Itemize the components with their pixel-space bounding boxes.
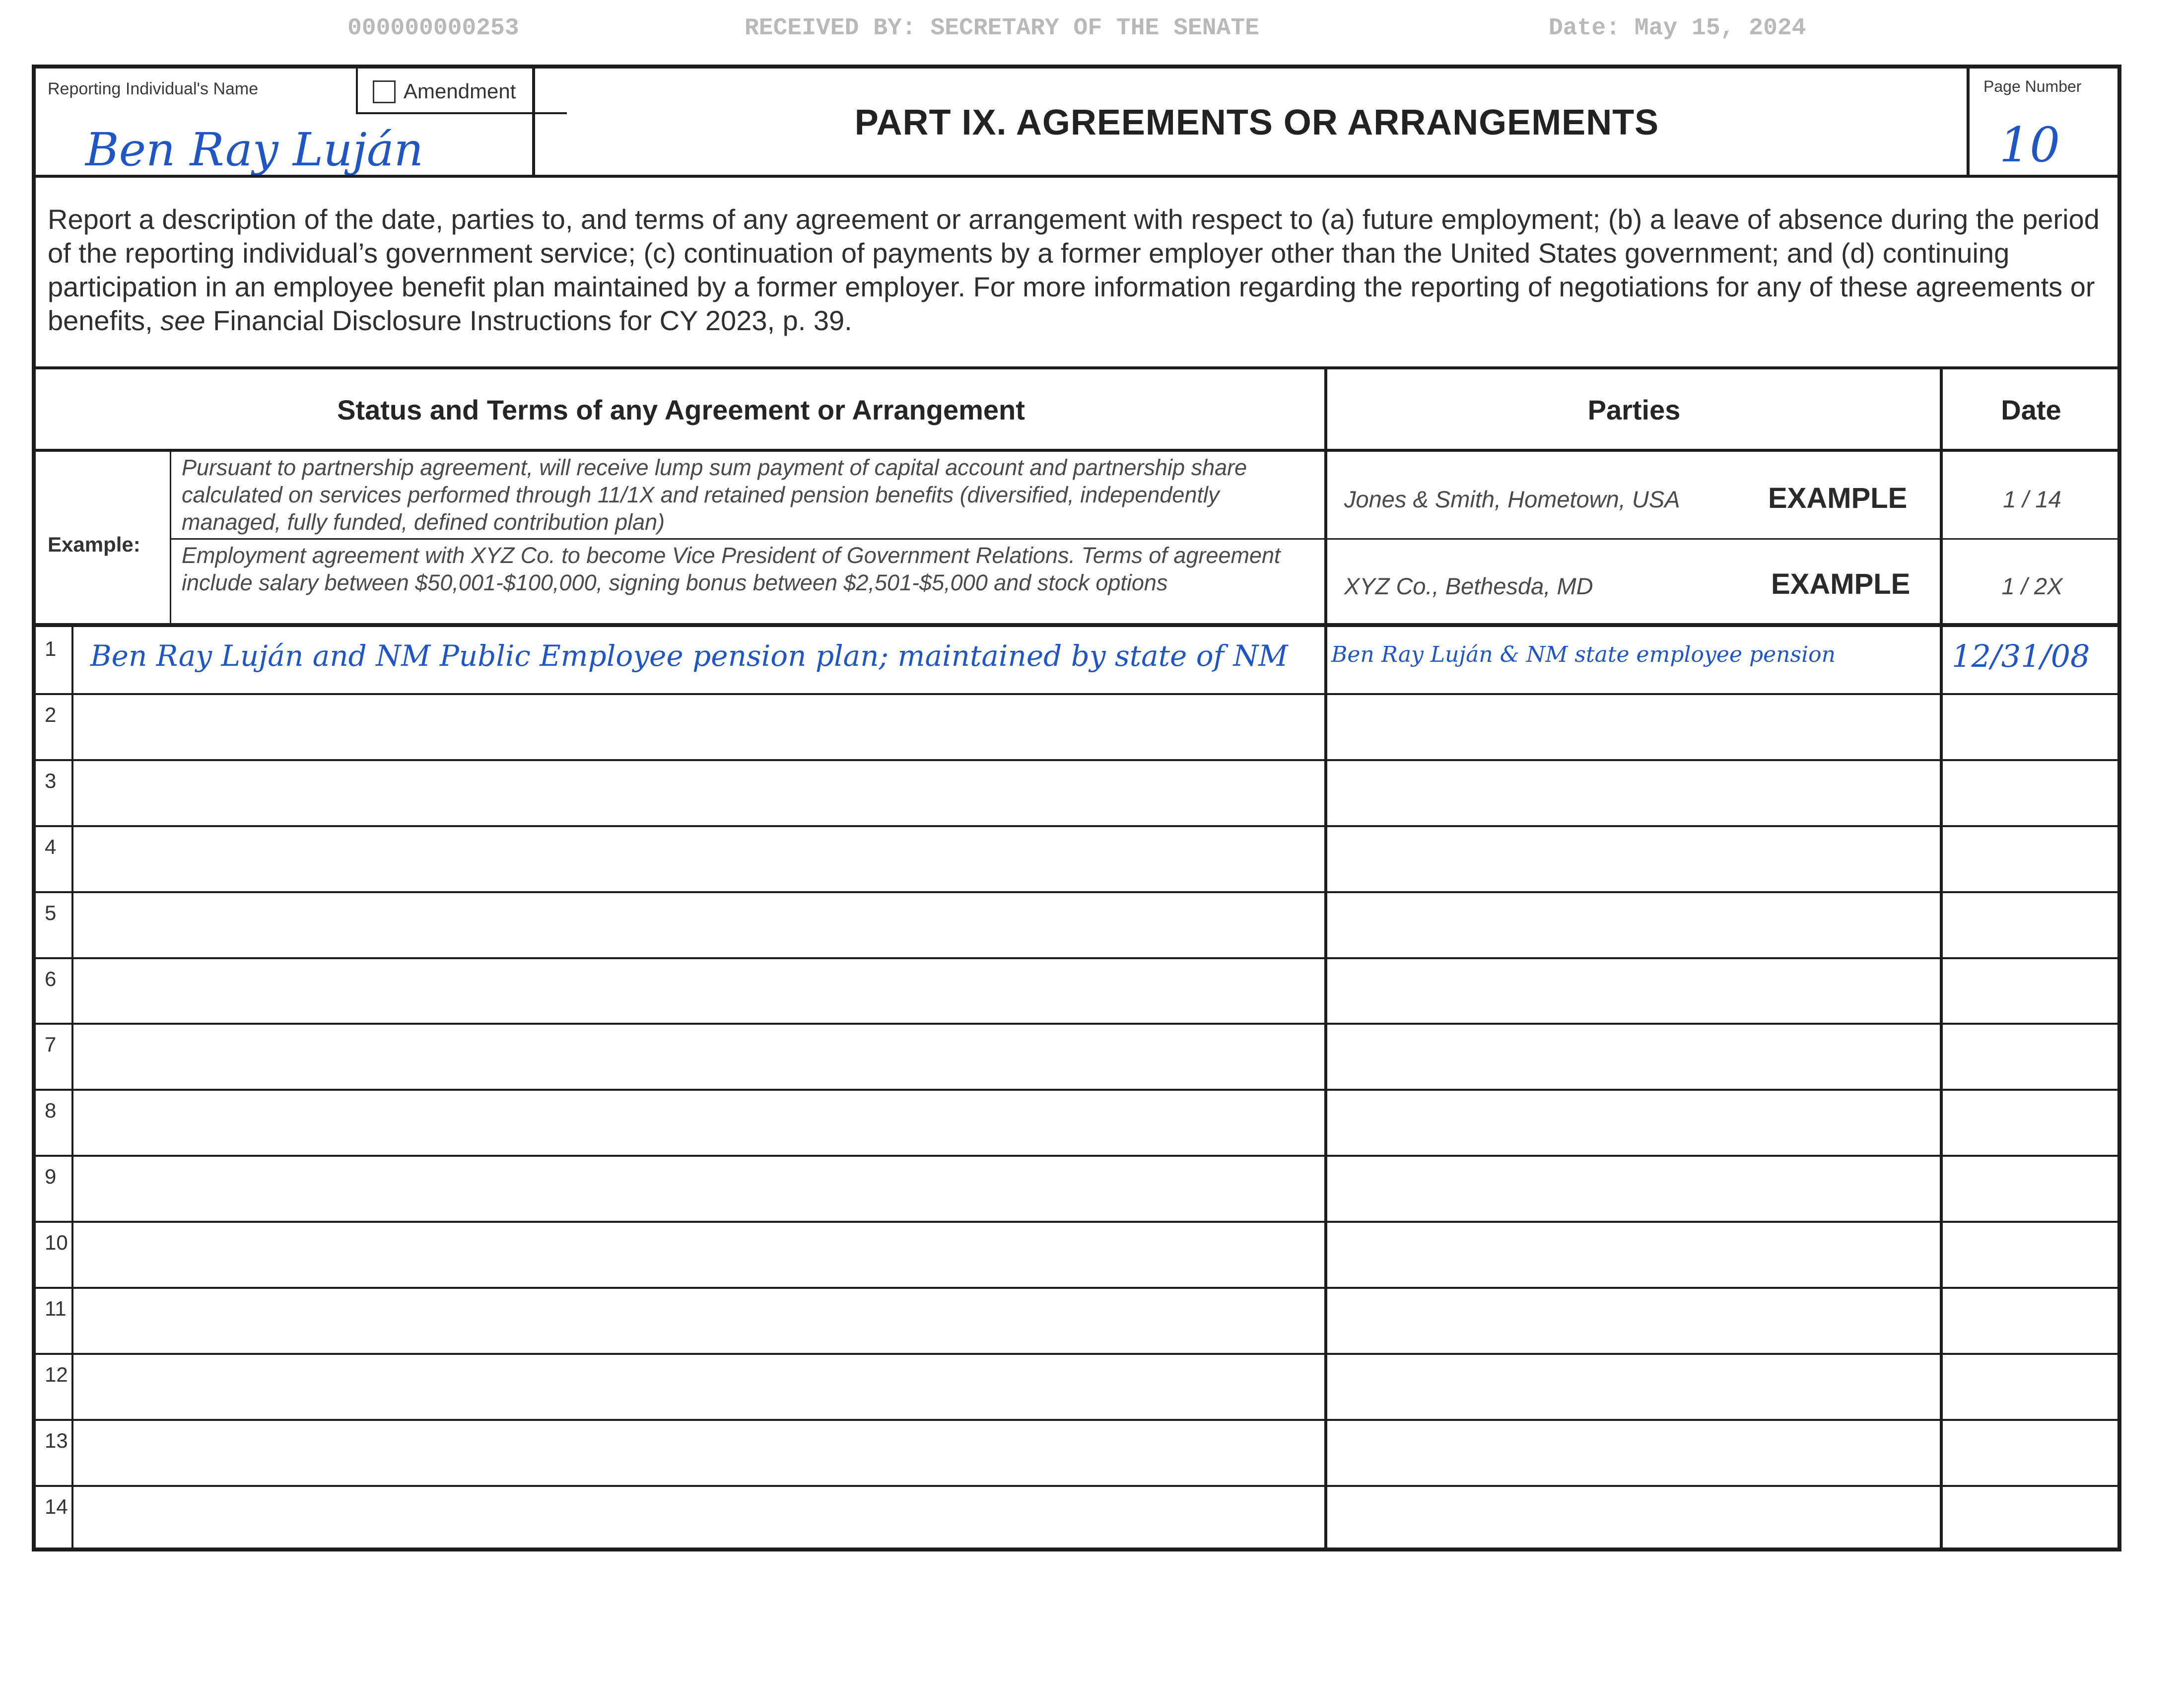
instructions-reference: Financial Disclosure Instructions for CY… bbox=[205, 305, 852, 336]
page-number-label: Page Number bbox=[1983, 77, 2082, 95]
row-number: 1 bbox=[45, 637, 57, 660]
table-row: 11 bbox=[36, 1287, 2117, 1353]
example-date: 1 / 2X bbox=[2001, 573, 2063, 599]
divider bbox=[36, 825, 2117, 827]
divider bbox=[36, 891, 2117, 893]
divider bbox=[170, 538, 2117, 540]
table-row: 9 bbox=[36, 1155, 2117, 1221]
amendment-cell: Amendment bbox=[356, 69, 567, 114]
table-row: 14 bbox=[36, 1484, 2117, 1551]
instructions-see: see bbox=[160, 305, 205, 336]
amendment-checkbox[interactable] bbox=[373, 80, 396, 103]
row-number: 11 bbox=[45, 1297, 67, 1320]
example-label: Example: bbox=[48, 533, 140, 556]
row-parties-field[interactable]: Ben Ray Luján & NM state employee pensio… bbox=[1331, 642, 1836, 667]
reporting-name-cell: Reporting Individual's Name Ben Ray Lujá… bbox=[36, 69, 567, 178]
table-row: 4 bbox=[36, 825, 2117, 891]
table-row: 3 bbox=[36, 759, 2117, 825]
row-number: 2 bbox=[45, 703, 57, 726]
divider bbox=[36, 1089, 2117, 1091]
disclosure-form: Reporting Individual's Name Ben Ray Lujá… bbox=[32, 65, 2121, 1551]
divider bbox=[36, 957, 2117, 959]
example-parties: Jones & Smith, Hometown, USA bbox=[1344, 486, 1680, 512]
example-parties: XYZ Co., Bethesda, MD bbox=[1344, 573, 1593, 599]
instructions-text: Report a description of the date, partie… bbox=[48, 203, 2108, 338]
row-terms-field[interactable]: Ben Ray Luján and NM Public Employee pen… bbox=[90, 639, 1288, 673]
row-number: 10 bbox=[45, 1231, 68, 1255]
divider bbox=[36, 1418, 2117, 1421]
divider bbox=[36, 1023, 2117, 1025]
divider bbox=[36, 1352, 2117, 1355]
scan-doc-id: 000000000253 bbox=[347, 15, 519, 42]
divider bbox=[36, 366, 2117, 369]
table-row: 5 bbox=[36, 891, 2117, 957]
page-number-value[interactable]: 10 bbox=[1999, 117, 2060, 173]
divider bbox=[36, 623, 2117, 627]
divider bbox=[36, 1484, 2117, 1487]
page-title: PART IX. AGREEMENTS OR ARRANGEMENTS bbox=[854, 103, 1659, 142]
row-number: 14 bbox=[45, 1494, 68, 1518]
row-number: 4 bbox=[45, 835, 57, 858]
table-row: 10 bbox=[36, 1221, 2117, 1287]
amendment-label: Amendment bbox=[404, 79, 516, 103]
scan-date: Date: May 15, 2024 bbox=[1549, 15, 1806, 42]
page-number-cell: Page Number 10 bbox=[1970, 69, 2118, 178]
table-row: 2 bbox=[36, 693, 2117, 759]
row-number: 6 bbox=[45, 967, 57, 990]
divider bbox=[36, 1155, 2117, 1157]
example-terms: Employment agreement with XYZ Co. to bec… bbox=[182, 543, 1281, 595]
header-terms: Status and Terms of any Agreement or Arr… bbox=[337, 394, 1025, 425]
divider bbox=[36, 1221, 2117, 1223]
row-number: 12 bbox=[45, 1362, 68, 1386]
row-number: 3 bbox=[45, 769, 57, 792]
row-date-field[interactable]: 12/31/08 bbox=[1952, 638, 2090, 674]
header-date: Date bbox=[2001, 394, 2061, 425]
example-tag: EXAMPLE bbox=[1768, 482, 1908, 514]
example-tag: EXAMPLE bbox=[1771, 568, 1911, 600]
divider bbox=[36, 175, 2117, 178]
reporting-name-label: Reporting Individual's Name bbox=[48, 79, 259, 98]
table-row: 13 bbox=[36, 1418, 2117, 1485]
row-number: 8 bbox=[45, 1099, 57, 1123]
divider bbox=[36, 693, 2117, 695]
row-number: 7 bbox=[45, 1033, 57, 1056]
table-row: 12 bbox=[36, 1352, 2117, 1419]
divider bbox=[71, 627, 73, 1551]
divider bbox=[532, 69, 535, 178]
row-number: 13 bbox=[45, 1428, 68, 1452]
scan-header: 000000000253 RECEIVED BY: SECRETARY OF T… bbox=[0, 11, 2184, 51]
table-row: 7 bbox=[36, 1023, 2117, 1089]
reporting-name-value[interactable]: Ben Ray Luján bbox=[85, 123, 423, 176]
divider bbox=[36, 1287, 2117, 1289]
example-terms: Pursuant to partnership agreement, will … bbox=[182, 455, 1247, 535]
divider bbox=[36, 759, 2117, 761]
example-date: 1 / 14 bbox=[2003, 486, 2061, 512]
row-number: 9 bbox=[45, 1165, 57, 1189]
header-parties: Parties bbox=[1587, 394, 1681, 425]
divider bbox=[36, 449, 2117, 452]
scan-received-by: RECEIVED BY: SECRETARY OF THE SENATE bbox=[745, 15, 1259, 42]
table-row: 6 bbox=[36, 957, 2117, 1023]
table-row: 8 bbox=[36, 1089, 2117, 1155]
row-number: 5 bbox=[45, 901, 57, 924]
table-row: 1 Ben Ray Luján and NM Public Employee pe… bbox=[36, 627, 2117, 693]
